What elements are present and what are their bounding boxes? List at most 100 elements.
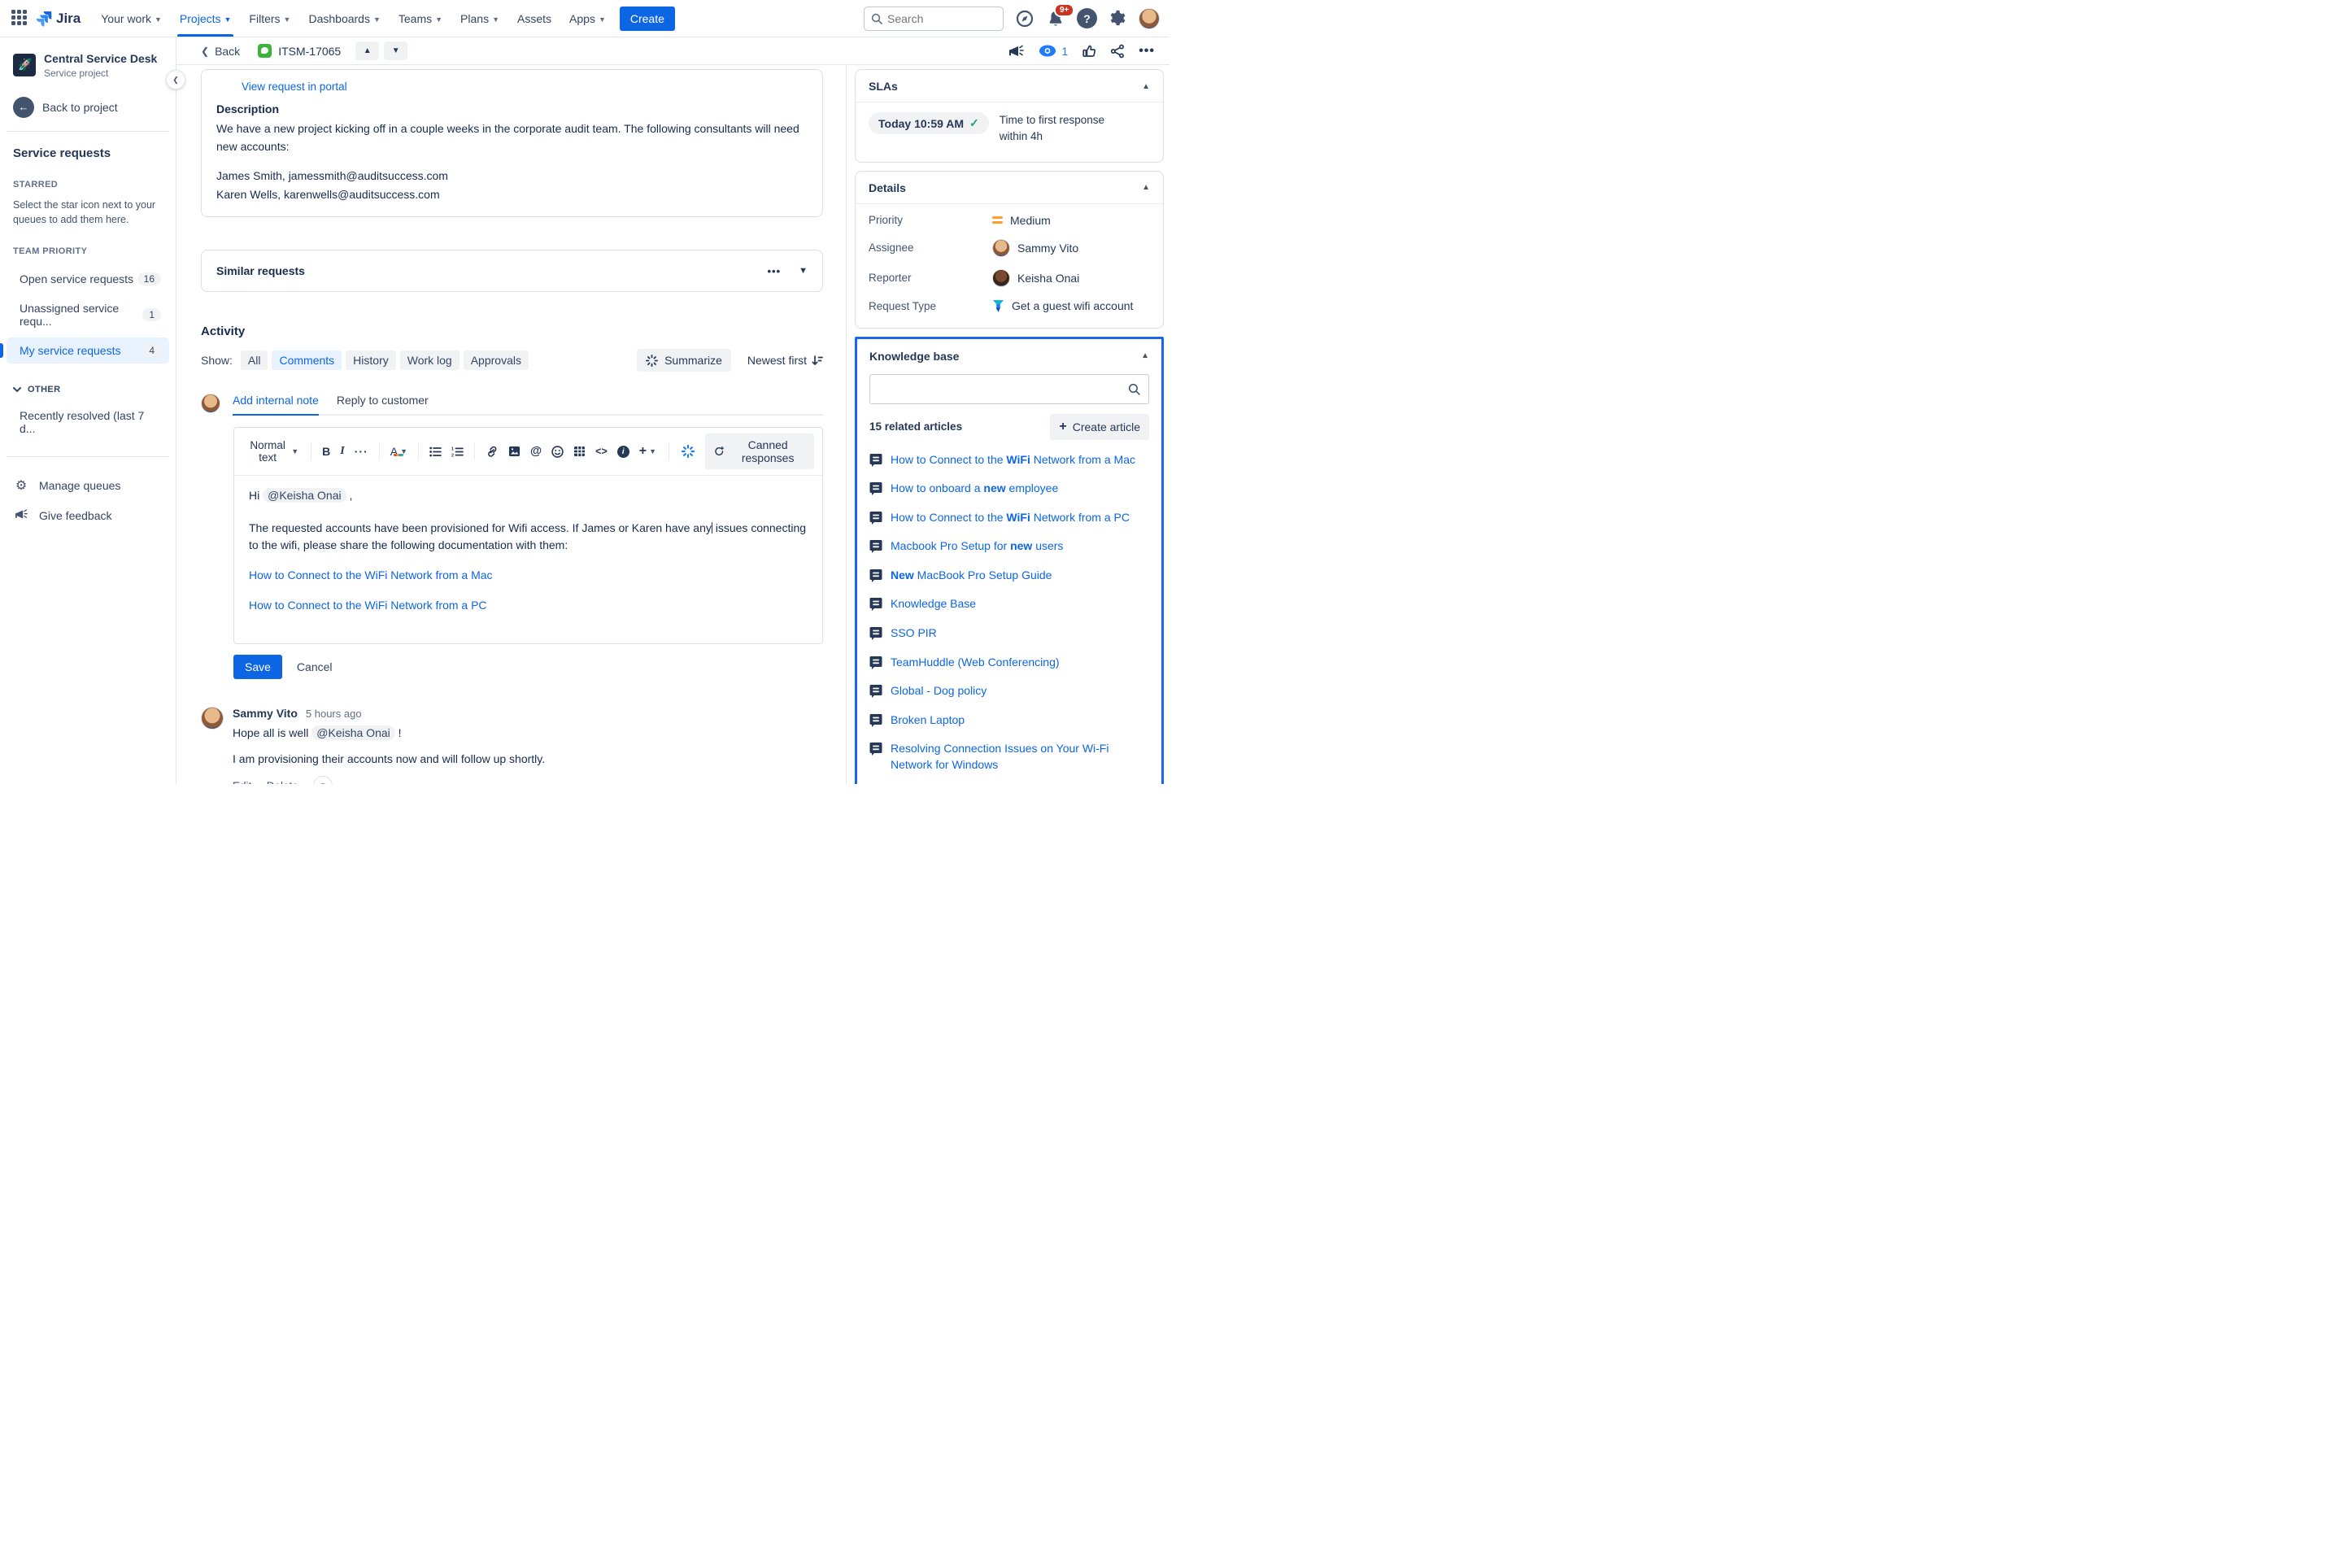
kb-article-link[interactable]: New MacBook Pro Setup Guide [869,568,1149,584]
discover-compass-icon[interactable] [1015,9,1034,28]
filter-chip-work-log[interactable]: Work log [399,351,460,371]
view-request-in-portal-link[interactable]: View request in portal [242,81,347,93]
kb-search-input[interactable] [878,382,1128,395]
description-text[interactable]: We have a new project kicking off in a c… [216,120,808,155]
manage-queues-link[interactable]: ⚙ Manage queues [7,470,169,501]
bullet-list-icon[interactable] [425,443,446,460]
nav-item-projects[interactable]: Projects ▼ [172,0,239,37]
numbered-list-icon[interactable]: 12 [447,443,468,460]
collapse-chevron-icon[interactable]: ▲ [1141,351,1149,360]
editor-content-area[interactable]: Hi @Keisha Onai , The requested accounts… [234,476,822,643]
tab-reply-to-customer[interactable]: Reply to customer [337,394,429,414]
text-style-dropdown[interactable]: Normal text ▼ [242,436,303,467]
global-search[interactable] [864,6,1004,31]
nav-item-plans[interactable]: Plans ▼ [453,0,507,37]
give-feedback-link[interactable]: Give feedback [7,501,169,530]
nav-item-teams[interactable]: Teams ▼ [391,0,450,37]
next-issue-button[interactable]: ▼ [384,41,408,60]
editor-link[interactable]: How to Connect to the WiFi Network from … [249,567,808,584]
sla-entry[interactable]: Today 10:59 AM ✓ Time to first response w… [869,112,1150,152]
description-emails[interactable]: James Smith, jamessmith@auditsuccess.com… [216,167,808,203]
delete-comment-link[interactable]: Delete [267,780,298,784]
kb-article-link[interactable]: How to onboard a new employee [869,481,1149,497]
back-button[interactable]: ❮ Back [201,45,240,58]
similar-requests-more-icon[interactable]: ••• [767,265,781,277]
notifications-bell-icon[interactable]: 9+ [1046,2,1075,28]
image-icon[interactable] [504,442,525,460]
queue-item-my-service-requests[interactable]: My service requests 4 [0,338,169,364]
detail-value[interactable]: Medium [992,214,1051,227]
kb-article-link[interactable]: Macbook Pro Setup for new users [869,538,1149,555]
kb-article-link[interactable]: Knowledge Base [869,596,1149,612]
search-input[interactable] [887,11,985,25]
feedback-megaphone-icon[interactable] [1008,44,1025,59]
filter-chip-history[interactable]: History [346,351,396,371]
queue-item-unassigned-service-requ-[interactable]: Unassigned service requ... 1 [7,295,169,334]
detail-value[interactable]: Keisha Onai [992,268,1079,287]
mention-chip[interactable]: @Keisha Onai [263,488,346,503]
mention-icon[interactable]: @ [526,442,546,461]
kb-article-link[interactable]: TeamHuddle (Web Conferencing) [869,655,1149,671]
app-switcher-icon[interactable] [11,9,29,28]
plus-icon[interactable]: + ▼ [635,441,660,462]
create-button[interactable]: Create [619,6,675,31]
sidebar-collapse-icon[interactable]: ❮ [166,70,185,89]
watchers-control[interactable]: 1 [1039,45,1068,58]
nav-item-dashboards[interactable]: Dashboards ▼ [301,0,387,37]
link-icon[interactable] [481,442,503,461]
code-icon[interactable]: <> [591,442,612,460]
ai-improve-icon[interactable] [677,442,699,461]
user-avatar[interactable] [1139,7,1160,29]
info-icon[interactable]: i [613,442,634,461]
previous-issue-button[interactable]: ▲ [355,41,380,60]
jira-logo[interactable]: Jira [36,10,81,27]
filter-chip-approvals[interactable]: Approvals [463,351,529,371]
nav-item-your-work[interactable]: Your work ▼ [94,0,169,37]
text-color-icon[interactable]: A ▼ [386,442,412,461]
queue-item-recently-resolved[interactable]: Recently resolved (last 7 d... [7,401,169,443]
nav-item-apps[interactable]: Apps ▼ [562,0,613,37]
collapse-chevron-icon[interactable]: ▲ [1142,183,1150,192]
nav-item-assets[interactable]: Assets [510,0,559,37]
canned-responses-button[interactable]: Canned responses [704,433,815,470]
similar-requests-expand-icon[interactable]: ▼ [799,266,808,276]
comment-author[interactable]: Sammy Vito [233,707,298,720]
editor-link[interactable]: How to Connect to the WiFi Network from … [249,597,808,614]
nav-item-filters[interactable]: Filters ▼ [242,0,298,37]
cancel-button[interactable]: Cancel [289,655,341,679]
share-icon[interactable] [1110,44,1125,59]
other-section-toggle[interactable]: OTHER [7,385,169,394]
kb-article-link[interactable]: Global - Dog policy [869,683,1149,699]
emoji-icon[interactable] [547,442,568,461]
queue-item-open-service-requests[interactable]: Open service requests 16 [7,266,169,292]
collapse-chevron-icon[interactable]: ▲ [1142,82,1150,91]
kb-article-link[interactable]: How to Connect to the WiFi Network from … [869,510,1149,526]
filter-chip-all[interactable]: All [240,351,268,371]
kb-article-link[interactable]: Broken Laptop [869,712,1149,729]
save-button[interactable]: Save [233,655,282,680]
kb-article-link[interactable]: How to Connect to the WiFi Network from … [869,452,1149,468]
edit-comment-link[interactable]: Edit [233,780,251,784]
sort-order-button[interactable]: Newest first [747,354,823,367]
settings-gear-icon[interactable] [1109,9,1127,28]
summarize-button[interactable]: Summarize [637,349,731,372]
help-icon[interactable]: ? [1077,8,1097,28]
more-icon[interactable]: ··· [351,442,372,461]
detail-value[interactable]: Get a guest wifi account [992,299,1133,313]
mention-chip[interactable]: @Keisha Onai [311,725,395,741]
bold-icon[interactable]: B [318,442,334,461]
add-reaction-icon[interactable]: ☺ [313,776,333,784]
kb-article-link[interactable]: SSO PIR [869,625,1149,642]
detail-value[interactable]: Sammy Vito [992,238,1078,257]
italic-icon[interactable]: I [336,442,348,461]
more-actions-icon[interactable]: ••• [1139,44,1155,59]
tab-add-internal-note[interactable]: Add internal note [233,394,319,416]
issue-key[interactable]: ITSM-17065 [278,45,341,58]
create-article-button[interactable]: + Create article [1050,413,1149,440]
vote-thumbs-up-icon[interactable] [1082,44,1096,59]
table-icon[interactable] [569,442,590,460]
back-to-project-link[interactable]: ← Back to project [13,96,169,118]
kb-article-link[interactable]: Resolving Connection Issues on Your Wi-F… [869,741,1149,773]
filter-chip-comments[interactable]: Comments [272,351,342,371]
knowledge-base-search[interactable] [869,373,1149,404]
